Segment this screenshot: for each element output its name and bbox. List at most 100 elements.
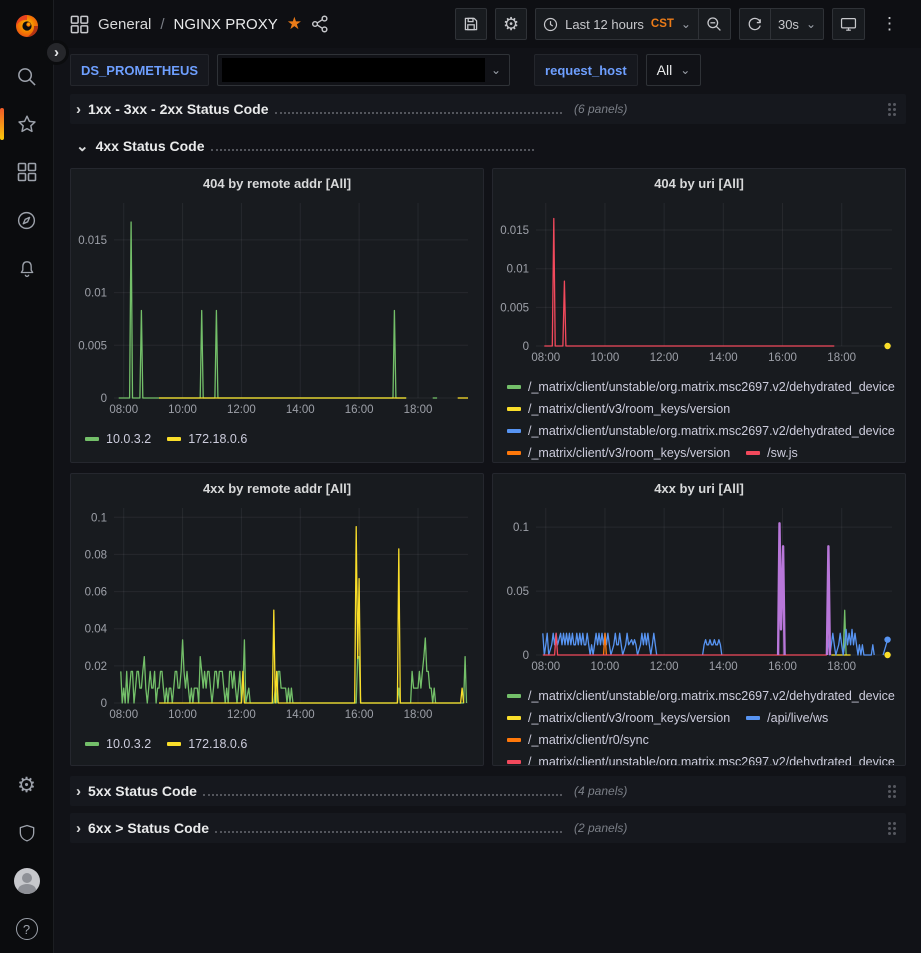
sidebar-expand-button[interactable]: › [44, 40, 69, 65]
legend-label: /_matrix/client/r0/sync [528, 733, 649, 747]
legend-label: /_matrix/client/unstable/org.matrix.msc2… [528, 380, 895, 394]
legend-item[interactable]: /sw.js [746, 442, 798, 460]
datasource-variable-select[interactable]: ⌄ [217, 54, 510, 86]
sidebar-item-alerting[interactable] [0, 244, 54, 292]
legend-label: /_matrix/client/unstable/org.matrix.msc2… [528, 689, 895, 703]
breadcrumb-dashboard-title[interactable]: NGINX PROXY [174, 16, 278, 33]
svg-text:10:00: 10:00 [591, 352, 620, 364]
save-dashboard-button[interactable] [455, 8, 487, 40]
panel-title[interactable]: 4xx by remote addr [All] [71, 474, 483, 502]
active-section-indicator [0, 108, 4, 140]
legend-item[interactable]: /_matrix/client/unstable/org.matrix.msc2… [507, 751, 895, 766]
time-range-picker[interactable]: Last 12 hours CST ⌄ [535, 8, 699, 40]
sidebar-item-starred[interactable] [0, 100, 54, 148]
panel-title[interactable]: 404 by uri [All] [493, 169, 905, 197]
svg-text:14:00: 14:00 [286, 709, 315, 721]
sidebar-item-configuration[interactable]: ⚙ [0, 761, 54, 809]
legend-swatch [507, 694, 521, 698]
dashboard-settings-button[interactable]: ⚙ [495, 8, 527, 40]
row-header-6xx[interactable]: › 6xx > Status Code (2 panels) [70, 813, 906, 843]
apps-grid-icon [70, 15, 89, 34]
chevron-down-icon: ⌄ [76, 137, 89, 155]
legend-item[interactable]: 10.0.3.2 [85, 733, 151, 755]
row-header-4xx[interactable]: ⌄ 4xx Status Code [70, 131, 906, 161]
more-options-button[interactable]: ⋮ [873, 8, 906, 40]
row-header-5xx[interactable]: › 5xx Status Code (4 panels) [70, 776, 906, 806]
svg-text:16:00: 16:00 [768, 352, 797, 364]
favorite-star-icon[interactable]: ★ [287, 14, 302, 34]
row-header-1xx[interactable]: › 1xx - 3xx - 2xx Status Code (6 panels) [70, 94, 906, 124]
row-title: 5xx Status Code [88, 783, 197, 799]
legend-item[interactable]: /_matrix/client/r0/sync [507, 729, 649, 751]
sidebar-item-explore[interactable] [0, 196, 54, 244]
row-drag-handle[interactable] [884, 99, 900, 120]
zoom-out-button[interactable] [699, 8, 731, 40]
sidebar: ⚙ ? [0, 0, 54, 953]
page-toolbar: General / NGINX PROXY ★ ⚙ [54, 0, 921, 48]
chevron-right-icon: › [76, 783, 81, 800]
svg-text:0.01: 0.01 [85, 288, 107, 300]
gear-icon: ⚙ [503, 14, 519, 35]
dotted-leader [211, 149, 534, 151]
row-drag-handle[interactable] [884, 818, 900, 839]
sidebar-item-server-admin[interactable] [0, 809, 54, 857]
legend-item[interactable]: 172.18.0.6 [167, 733, 247, 755]
legend-item[interactable]: /_matrix/client/v3/room_keys/version [507, 707, 730, 729]
legend-swatch [507, 738, 521, 742]
time-range-group: Last 12 hours CST ⌄ [535, 8, 731, 40]
save-icon [463, 16, 479, 32]
refresh-button[interactable] [739, 8, 771, 40]
svg-text:0.02: 0.02 [85, 661, 107, 673]
legend-swatch [507, 407, 521, 411]
help-icon: ? [16, 918, 38, 940]
legend-item[interactable]: 10.0.3.2 [85, 428, 151, 450]
monitor-icon [840, 16, 857, 32]
legend-swatch [746, 716, 760, 720]
legend-item[interactable]: /_matrix/client/v3/room_keys/version [507, 442, 730, 460]
time-series-chart[interactable]: 08:0010:0012:0014:0016:0018:0000.050.1 [494, 502, 904, 681]
share-button[interactable] [311, 15, 329, 33]
sidebar-item-help[interactable]: ? [0, 905, 54, 953]
legend-swatch [507, 451, 521, 455]
legend-item[interactable]: 172.18.0.6 [167, 428, 247, 450]
legend-label: /_matrix/client/unstable/org.matrix.msc2… [528, 755, 895, 766]
sidebar-item-profile[interactable] [0, 857, 54, 905]
request-host-variable-value: All [657, 62, 673, 78]
svg-text:0.1: 0.1 [91, 512, 107, 524]
row-panel-count: (2 panels) [574, 821, 627, 835]
compass-icon [16, 210, 37, 231]
breadcrumb-section[interactable]: General [98, 16, 151, 33]
legend-item[interactable]: /_matrix/client/unstable/org.matrix.msc2… [507, 420, 895, 442]
breadcrumb-separator: / [160, 16, 164, 33]
grafana-logo-icon [13, 12, 41, 40]
time-series-chart[interactable]: 08:0010:0012:0014:0016:0018:0000.0050.01… [72, 197, 482, 424]
svg-text:0.005: 0.005 [78, 340, 107, 352]
cycle-view-mode-button[interactable] [832, 8, 865, 40]
chevron-right-icon: › [76, 101, 81, 118]
row-panel-count: (4 panels) [574, 784, 627, 798]
refresh-interval-picker[interactable]: 30s ⌄ [771, 8, 824, 40]
row-drag-handle[interactable] [884, 781, 900, 802]
time-series-chart[interactable]: 08:0010:0012:0014:0016:0018:0000.020.040… [72, 502, 482, 729]
sidebar-item-dashboards[interactable] [0, 148, 54, 196]
chevron-right-icon: › [76, 820, 81, 837]
legend-item[interactable]: /_matrix/client/unstable/org.matrix.msc2… [507, 685, 895, 707]
legend-label: /_matrix/client/v3/room_keys/version [528, 402, 730, 416]
kebab-icon: ⋮ [881, 14, 898, 34]
request-host-variable-label: request_host [534, 54, 638, 86]
svg-text:08:00: 08:00 [109, 709, 138, 721]
refresh-group: 30s ⌄ [739, 8, 824, 40]
panel-4xx-by-remote-addr: 4xx by remote addr [All] 08:0010:0012:00… [70, 473, 484, 766]
svg-text:0.1: 0.1 [513, 522, 529, 534]
legend-item[interactable]: /_matrix/client/v3/room_keys/version [507, 398, 730, 420]
time-series-chart[interactable]: 08:0010:0012:0014:0016:0018:0000.0050.01… [494, 197, 904, 372]
svg-text:16:00: 16:00 [345, 404, 374, 416]
avatar [14, 868, 40, 894]
request-host-variable-select[interactable]: All ⌄ [646, 54, 702, 86]
svg-text:0: 0 [523, 650, 529, 662]
legend-item[interactable]: /api/live/ws [746, 707, 828, 729]
legend-item[interactable]: /_matrix/client/unstable/org.matrix.msc2… [507, 376, 895, 398]
row-title: 1xx - 3xx - 2xx Status Code [88, 101, 269, 117]
panel-title[interactable]: 404 by remote addr [All] [71, 169, 483, 197]
panel-title[interactable]: 4xx by uri [All] [493, 474, 905, 502]
